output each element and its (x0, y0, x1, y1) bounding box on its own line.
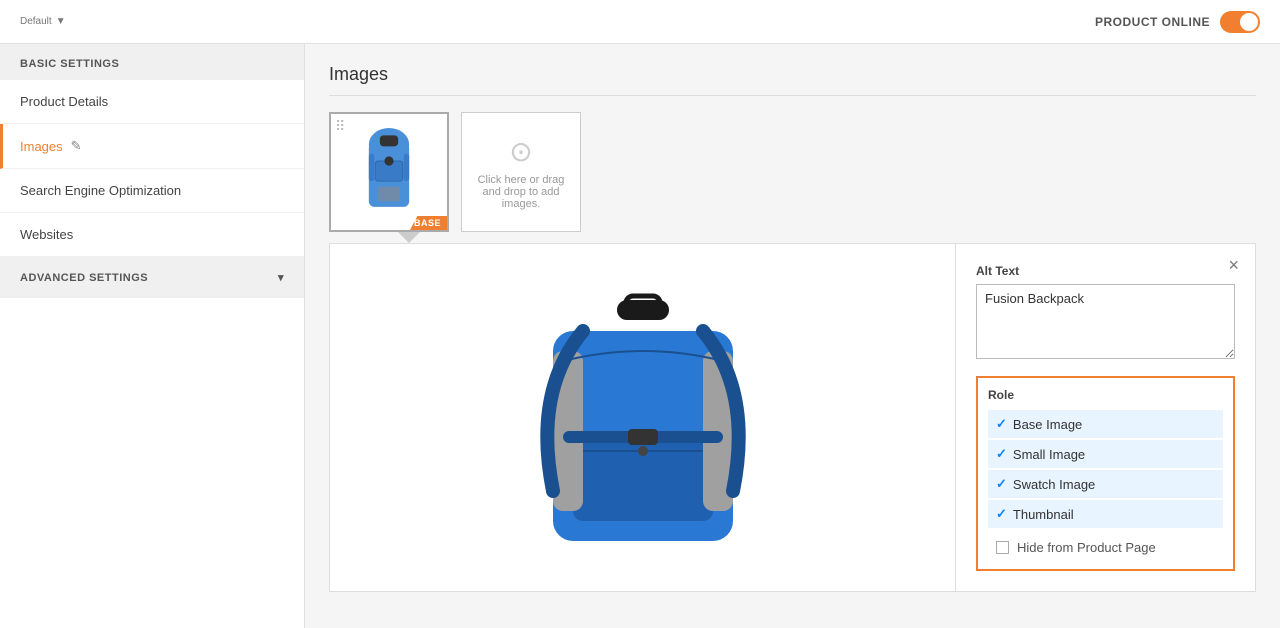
section-title: Images (329, 64, 1256, 96)
edit-icon[interactable]: ✎ (71, 138, 82, 154)
sidebar-images-label: Images (20, 139, 63, 154)
checkmark-swatch-image: ✓ (996, 476, 1007, 492)
sidebar-seo-label: Search Engine Optimization (20, 183, 181, 198)
top-bar: Default ▼ PRODUCT ONLINE (0, 0, 1280, 44)
hide-checkbox[interactable] (996, 541, 1009, 554)
right-panel: × Alt Text Fusion Backpack Role ✓ Base I… (955, 244, 1255, 591)
backpack-large-preview (493, 271, 793, 571)
default-dropdown[interactable]: Default ▼ (20, 16, 66, 27)
role-thumbnail-label: Thumbnail (1013, 507, 1074, 522)
arrow-connector (329, 231, 1256, 243)
thumbnail-preview (339, 117, 439, 227)
content-area: Images ⠿ (305, 44, 1280, 628)
preview-panel-area: × Alt Text Fusion Backpack Role ✓ Base I… (329, 243, 1256, 592)
role-thumbnail[interactable]: ✓ Thumbnail (988, 500, 1223, 528)
chevron-down-icon: ▾ (278, 271, 284, 284)
sidebar-item-seo[interactable]: Search Engine Optimization (0, 169, 304, 213)
sidebar: BASIC SETTINGS Product Details Images ✎ … (0, 44, 305, 628)
default-label: Default (20, 16, 52, 27)
hide-label: Hide from Product Page (1017, 540, 1156, 555)
advanced-settings-section[interactable]: ADVANCED SETTINGS ▾ (0, 257, 304, 298)
product-online-label: PRODUCT ONLINE (1095, 15, 1210, 29)
role-small-image-label: Small Image (1013, 447, 1085, 462)
image-preview (330, 244, 955, 591)
role-section: Role ✓ Base Image ✓ Small Image ✓ Swatch… (976, 376, 1235, 571)
product-online-toggle[interactable] (1220, 11, 1260, 33)
sidebar-product-details-label: Product Details (20, 94, 108, 109)
upload-text: Click here or drag and drop to add image… (470, 174, 572, 210)
role-label: Role (988, 388, 1223, 402)
role-base-image[interactable]: ✓ Base Image (988, 410, 1223, 438)
upload-area[interactable]: ⊙ Click here or drag and drop to add ima… (461, 112, 581, 232)
hide-from-product-page[interactable]: Hide from Product Page (988, 536, 1223, 559)
dropdown-arrow-icon: ▼ (56, 16, 66, 27)
checkmark-small-image: ✓ (996, 446, 1007, 462)
close-button[interactable]: × (1228, 256, 1239, 274)
image-thumbnail-1[interactable]: ⠿ BASE (329, 112, 449, 232)
role-small-image[interactable]: ✓ Small Image (988, 440, 1223, 468)
drag-handle-icon: ⠿ (335, 118, 345, 135)
checkmark-base-image: ✓ (996, 416, 1007, 432)
images-row: ⠿ BASE (329, 112, 1256, 232)
basic-settings-title: BASIC SETTINGS (0, 44, 304, 80)
toggle-knob (1240, 13, 1258, 31)
product-online-area: PRODUCT ONLINE (1095, 11, 1260, 33)
advanced-settings-label: ADVANCED SETTINGS (20, 272, 148, 284)
sidebar-item-product-details[interactable]: Product Details (0, 80, 304, 124)
checkmark-thumbnail: ✓ (996, 506, 1007, 522)
role-base-image-label: Base Image (1013, 417, 1082, 432)
role-swatch-image[interactable]: ✓ Swatch Image (988, 470, 1223, 498)
alt-text-label: Alt Text (976, 264, 1235, 278)
role-swatch-image-label: Swatch Image (1013, 477, 1095, 492)
main-layout: BASIC SETTINGS Product Details Images ✎ … (0, 44, 1280, 628)
sidebar-item-images[interactable]: Images ✎ (0, 124, 304, 169)
sidebar-websites-label: Websites (20, 227, 73, 242)
arrow-down (397, 231, 421, 243)
camera-icon: ⊙ (509, 135, 532, 168)
alt-text-input[interactable]: Fusion Backpack (976, 284, 1235, 359)
content-inner: Images ⠿ (305, 44, 1280, 612)
sidebar-item-websites[interactable]: Websites (0, 213, 304, 257)
